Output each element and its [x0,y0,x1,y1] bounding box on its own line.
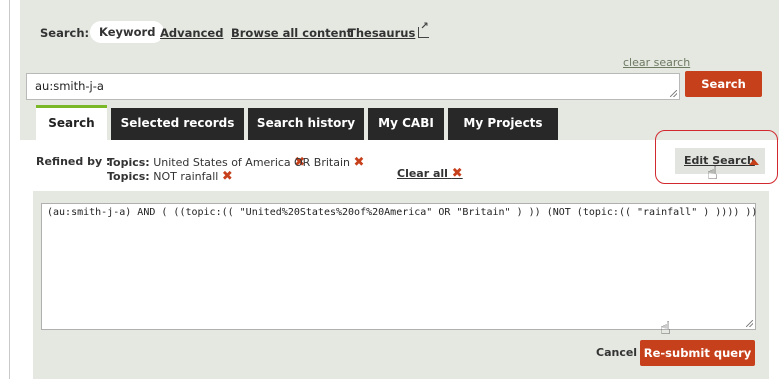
hand-cursor-icon: ☝ [660,318,671,339]
tab-search[interactable]: Search [36,105,107,143]
resize-grip-icon[interactable] [746,320,753,327]
tab-search-history[interactable]: Search history [248,108,364,140]
query-textarea[interactable]: (au:smith-j-a) AND ( ((topic:(( "United%… [41,203,758,330]
tab-my-cabi[interactable]: My CABI [368,108,444,140]
tab-my-projects[interactable]: My Projects [448,108,558,140]
hand-cursor-icon: ☝ [707,163,718,184]
resubmit-query-button[interactable]: Re-submit query [640,340,755,366]
topic-britain: OR Britain [294,156,351,169]
search-mode-keyword[interactable]: Keyword [90,21,165,43]
topics-label: Topics: [107,156,150,169]
left-border [9,0,10,379]
resize-grip-icon[interactable] [670,90,677,97]
thesaurus-label: Thesaurus [348,26,416,40]
cancel-button[interactable]: Cancel [596,346,637,359]
remove-topic-icon[interactable]: ✖ [354,155,365,170]
refined-by-label: Refined by : [36,155,111,168]
external-link-icon [418,21,430,38]
query-text: (au:smith-j-a) AND ( ((topic:(( "United%… [47,207,758,218]
clear-all-label: Clear all [397,167,448,180]
edit-search-label: Edit Search [684,154,755,167]
browse-all-content-link[interactable]: Browse all content [231,26,352,40]
search-mode-advanced[interactable]: Advanced [160,26,223,40]
search-mode-label: Search: [40,26,90,40]
topic-united-states: United States of America [153,156,291,169]
clear-all-icon: ✖ [451,166,463,181]
topic-not-rainfall: NOT rainfall [153,170,219,183]
remove-topic-icon[interactable]: ✖ [222,169,233,184]
search-button[interactable]: Search [685,71,762,97]
topics-label: Topics: [107,170,150,183]
tab-selected-records[interactable]: Selected records [111,108,244,140]
search-input-value: au:smith-j-a [35,79,104,93]
refined-by: Refined by : Topics: United States of Am… [36,155,396,185]
clear-search-link[interactable]: clear search [623,56,690,69]
edit-search-button[interactable]: Edit Search [675,148,765,174]
thesaurus-link[interactable]: Thesaurus [348,21,430,40]
clear-all-link[interactable]: Clear all ✖ [397,166,463,181]
search-input[interactable]: au:smith-j-a [26,73,680,100]
caret-up-icon [749,159,759,165]
